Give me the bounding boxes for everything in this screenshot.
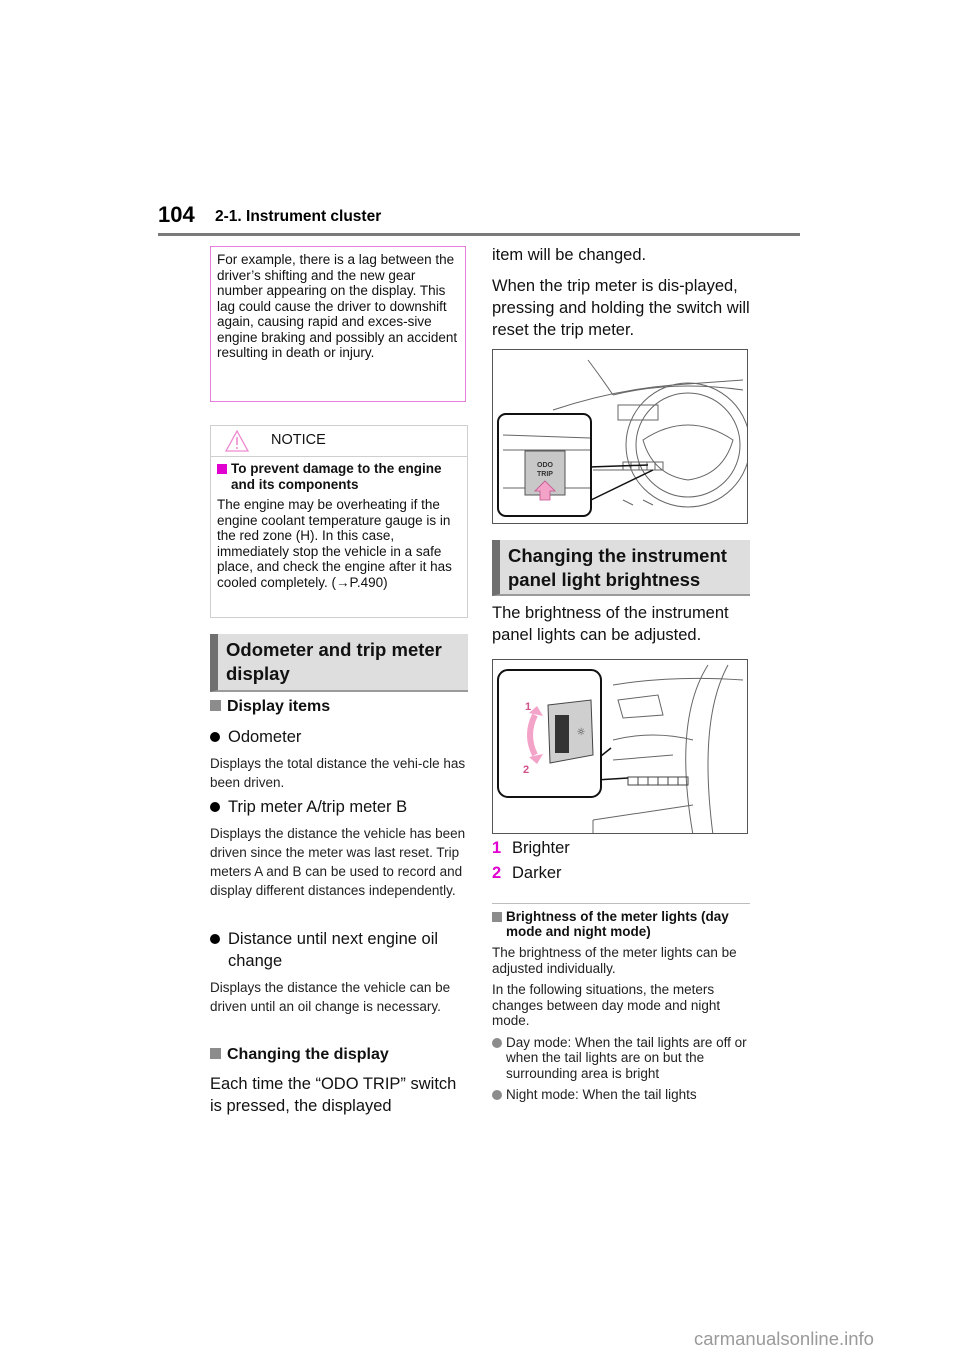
- legend-item-brighter: 1 Brighter: [492, 837, 750, 859]
- reset-text: When the trip meter is dis-played, press…: [492, 277, 750, 339]
- item-label: Trip meter A/trip meter B: [228, 798, 408, 816]
- label-darker-number: 2: [523, 764, 529, 776]
- dashboard-illustration: ODO TRIP: [497, 359, 747, 517]
- odo-trip-switch-figure: ODO TRIP: [492, 349, 748, 524]
- display-items-heading-text: Display items: [227, 698, 331, 715]
- notice-box: NOTICE To prevent damage to the engine a…: [210, 425, 468, 618]
- changing-display-text: Each time the “ODO TRIP” switch is press…: [210, 1075, 457, 1115]
- chapter-title: 2-1. Instrument cluster: [215, 208, 382, 225]
- bullet-icon: [210, 732, 220, 742]
- legend-number: 2: [492, 864, 502, 882]
- section-heading-odometer: Odometer and trip meter display: [210, 634, 468, 692]
- item-odometer: Odometer Displays the total distance the…: [210, 726, 468, 792]
- notice-body: To prevent damage to the engine and its …: [211, 457, 467, 594]
- square-bullet-icon: [492, 912, 502, 922]
- item-label: Distance until next engine oil change: [228, 930, 439, 970]
- item-label: Odometer: [228, 728, 302, 746]
- item-oil-change: Distance until next engine oil change Di…: [210, 928, 468, 1016]
- header-divider: [158, 233, 800, 236]
- day-mode-item: Day mode: When the tail lights are off o…: [492, 1035, 750, 1082]
- brightness-intro: The brightness of the instrument panel l…: [492, 604, 729, 644]
- changing-display-heading: Changing the display: [210, 1046, 468, 1064]
- bullet-icon: [492, 1090, 502, 1100]
- legend-item-darker: 2 Darker: [492, 862, 750, 884]
- warning-box: For example, there is a lag between the …: [210, 246, 466, 402]
- bullet-icon: [492, 1037, 502, 1048]
- bullet-icon: [210, 934, 220, 944]
- meter-brightness-heading: Brightness of the meter lights (day mode…: [492, 909, 750, 939]
- section-divider: [492, 903, 750, 904]
- notice-subheading-text: To prevent damage to the engine and its …: [231, 461, 442, 492]
- warning-triangle-icon: [225, 430, 249, 452]
- legend-label: Darker: [512, 864, 562, 882]
- square-bullet-icon: [210, 700, 221, 711]
- changing-display-heading-text: Changing the display: [227, 1046, 389, 1063]
- brightness-legend: 1 Brighter 2 Darker: [492, 837, 750, 884]
- square-bullet-icon: [210, 1048, 221, 1059]
- changing-display-text-cont: item will be changed.: [492, 246, 647, 264]
- notice-header: NOTICE: [211, 426, 467, 457]
- item-description: Displays the distance the vehicle has be…: [210, 826, 466, 898]
- trip-label: TRIP: [537, 471, 553, 478]
- legend-label: Brighter: [512, 839, 570, 857]
- label-brighter-number: 1: [525, 701, 531, 713]
- meter-brightness-block: Brightness of the meter lights (day mode…: [492, 909, 750, 1103]
- mode-switch-text: In the following situations, the meters …: [492, 982, 721, 1028]
- square-bullet-icon: [217, 464, 227, 474]
- notice-text: The engine may be overheating if the eng…: [217, 497, 452, 590]
- night-mode-text: Night mode: When the tail lights: [506, 1087, 697, 1102]
- odo-label: ODO: [537, 462, 554, 469]
- meter-brightness-text: The brightness of the meter lights can b…: [492, 945, 737, 976]
- display-items-heading: Display items: [210, 698, 468, 716]
- item-trip-meter: Trip meter A/trip meter B Displays the d…: [210, 796, 468, 900]
- warning-text: For example, there is a lag between the …: [217, 252, 458, 360]
- dashboard-illustration: ☼ 1 2: [497, 664, 744, 833]
- item-description: Displays the total distance the vehi-cle…: [210, 756, 466, 790]
- day-mode-text: Day mode: When the tail lights are off o…: [506, 1034, 747, 1081]
- svg-text:☼: ☼: [577, 727, 586, 738]
- night-mode-item: Night mode: When the tail lights: [492, 1087, 750, 1103]
- section-heading-brightness: Changing the instrument panel light brig…: [492, 540, 750, 596]
- meter-brightness-heading-text: Brightness of the meter lights (day mode…: [506, 909, 729, 939]
- notice-label: NOTICE: [271, 432, 326, 448]
- legend-number: 1: [492, 839, 502, 857]
- bullet-icon: [210, 802, 220, 812]
- brightness-dial-figure: ☼ 1 2: [492, 659, 748, 834]
- item-description: Displays the distance the vehicle can be…: [210, 980, 451, 1014]
- watermark: carmanualsonline.info: [694, 1328, 874, 1349]
- notice-subheading: To prevent damage to the engine and its …: [217, 461, 461, 492]
- page-number: 104: [158, 202, 195, 227]
